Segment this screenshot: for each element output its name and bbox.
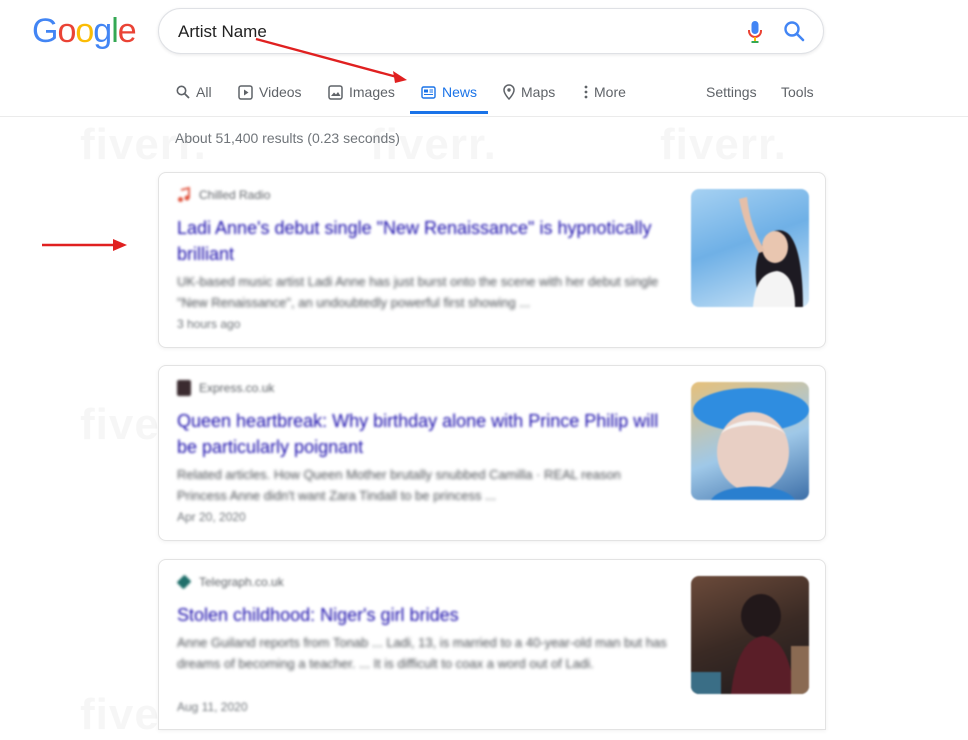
publisher-logo-icon xyxy=(176,574,192,590)
video-icon xyxy=(238,84,253,100)
result-snippet: Anne Guiland reports from Tonab ... Ladi… xyxy=(177,635,667,671)
source-name: Express.co.uk xyxy=(199,381,275,395)
result-thumbnail[interactable] xyxy=(691,382,809,500)
logo-letter: G xyxy=(32,12,58,50)
header-divider xyxy=(0,116,968,117)
music-note-icon xyxy=(177,186,191,203)
tab-maps[interactable]: Maps xyxy=(503,70,555,114)
tab-label: Maps xyxy=(521,84,556,100)
result-source[interactable]: Telegraph.co.uk xyxy=(176,574,284,590)
watermark: fiverr. xyxy=(660,120,787,170)
news-result-card[interactable]: Express.co.uk Queen heartbreak: Why birt… xyxy=(158,365,826,541)
tab-label: Tools xyxy=(781,84,814,100)
map-pin-icon xyxy=(503,84,515,100)
magnifier-icon[interactable] xyxy=(783,20,805,47)
news-icon xyxy=(421,85,436,99)
result-headline[interactable]: Ladi Anne's debut single "New Renaissanc… xyxy=(177,215,667,267)
result-stats: About 51,400 results (0.23 seconds) xyxy=(175,130,400,146)
tab-label: Videos xyxy=(259,84,302,100)
result-date: Aug 11, 2020 xyxy=(177,700,248,714)
tab-label: News xyxy=(441,84,477,100)
tab-all[interactable]: All xyxy=(176,70,212,114)
tab-label: More xyxy=(594,84,626,100)
search-tabs: All Videos Images News Maps More Setting… xyxy=(160,70,830,116)
tab-tools[interactable]: Tools xyxy=(781,70,814,114)
result-headline[interactable]: Stolen childhood: Niger's girl brides xyxy=(177,602,667,628)
result-date: Apr 20, 2020 xyxy=(177,510,246,524)
logo-letter: e xyxy=(117,12,137,50)
result-snippet: UK-based music artist Ladi Anne has just… xyxy=(177,274,659,310)
search-input[interactable] xyxy=(176,20,700,44)
result-thumbnail[interactable] xyxy=(691,576,809,694)
mic-icon[interactable] xyxy=(747,20,763,49)
logo-letter: g xyxy=(93,12,112,50)
tab-images[interactable]: Images xyxy=(328,70,395,114)
logo-letter: o xyxy=(57,12,76,50)
image-icon xyxy=(328,84,343,100)
more-vert-icon xyxy=(584,85,588,99)
tab-label: Settings xyxy=(706,84,757,100)
result-source[interactable]: Chilled Radio xyxy=(177,186,271,203)
result-headline[interactable]: Queen heartbreak: Why birthday alone wit… xyxy=(177,408,667,460)
tab-news[interactable]: News xyxy=(410,70,488,114)
news-result-card[interactable]: Chilled Radio Ladi Anne's debut single "… xyxy=(158,172,826,348)
news-result-card[interactable]: Telegraph.co.uk Stolen childhood: Niger'… xyxy=(158,559,826,730)
result-date: 3 hours ago xyxy=(177,317,241,331)
source-name: Chilled Radio xyxy=(199,188,271,202)
result-snippet: Related articles. How Queen Mother bruta… xyxy=(177,467,621,503)
source-name: Telegraph.co.uk xyxy=(199,575,284,589)
tab-label: Images xyxy=(349,84,395,100)
result-thumbnail[interactable] xyxy=(691,189,809,307)
result-source[interactable]: Express.co.uk xyxy=(177,380,274,396)
search-icon xyxy=(176,85,190,99)
tab-videos[interactable]: Videos xyxy=(238,70,302,114)
tab-more[interactable]: More xyxy=(584,70,626,114)
logo-letter: o xyxy=(75,12,94,50)
search-box[interactable] xyxy=(158,8,824,54)
tab-settings[interactable]: Settings xyxy=(706,70,757,114)
google-logo[interactable]: Google xyxy=(32,12,137,51)
arrowhead-icon xyxy=(113,239,127,251)
publisher-logo-icon xyxy=(177,380,191,396)
tab-label: All xyxy=(196,84,212,100)
